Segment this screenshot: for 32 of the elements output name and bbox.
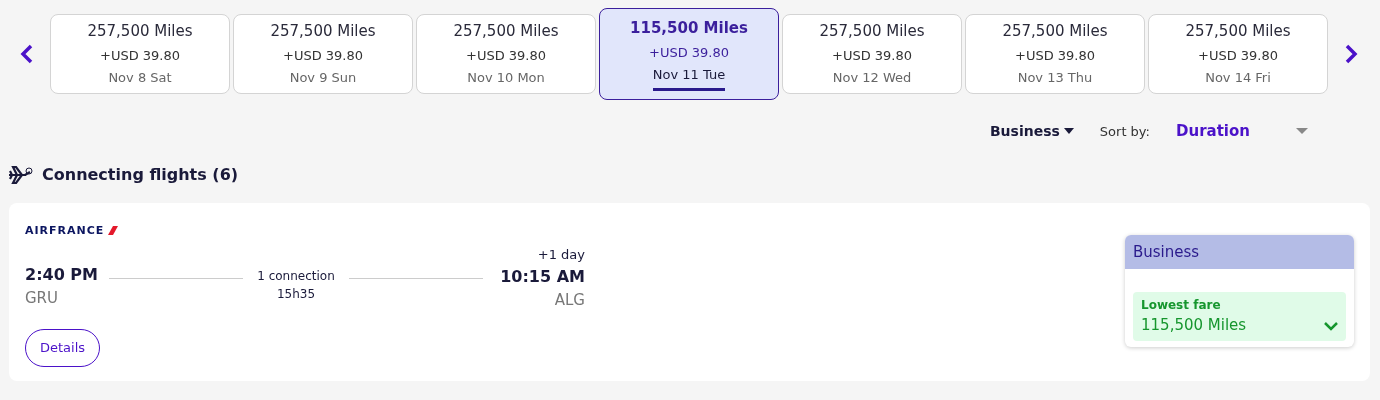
arrival-airport: ALG [553,289,585,311]
airline-logo: AIRFRANCE [25,222,105,239]
date-tab[interactable]: 257,500 Miles +USD 39.80 Nov 8 Sat [50,14,230,94]
fare-miles: 115,500 Miles [1141,315,1247,336]
chevron-left-icon [20,44,34,64]
date-tab[interactable]: 115,500 Miles +USD 39.80 Nov 11 Tue [599,8,779,100]
caret-icon [1296,128,1308,135]
fare-card[interactable]: Business Lowest fare 115,500 Miles [1125,234,1354,347]
sort-label: Sort by: [1099,122,1150,141]
date-tab[interactable]: 257,500 Miles +USD 39.80 Nov 13 Thu [965,14,1145,94]
departure-airport: GRU [25,287,60,309]
day-offset: +1 day [536,246,585,264]
date-tab[interactable]: 257,500 Miles +USD 39.80 Nov 12 Wed [782,14,962,94]
check-icon [1324,320,1338,331]
chevron-right-icon [1344,44,1358,64]
arrival-time: 10:15 AM [499,265,585,288]
fare-option[interactable]: Lowest fare 115,500 Miles [1133,292,1346,341]
plane-icon [8,165,34,184]
duration: 15h35 [275,286,317,303]
stripe-icon [108,226,119,236]
fare-label: Lowest fare [1141,297,1222,314]
connection-count: 1 connection [256,268,336,285]
departure-time: 2:40 PM [25,263,99,286]
sort-dropdown[interactable]: Duration [1176,120,1358,143]
fare-cabin: Business [1125,234,1354,269]
date-tab[interactable]: 257,500 Miles +USD 39.80 Nov 10 Mon [416,14,596,94]
cabin-dropdown[interactable]: Business [989,120,1074,142]
date-tab[interactable]: 257,500 Miles +USD 39.80 Nov 9 Sun [233,14,413,94]
date-tab[interactable]: 257,500 Miles +USD 39.80 Nov 14 Fri [1148,14,1328,94]
section-title: Connecting flights (6) [42,163,239,186]
caret-icon [1063,128,1074,135]
details-button[interactable]: Details [25,329,101,367]
